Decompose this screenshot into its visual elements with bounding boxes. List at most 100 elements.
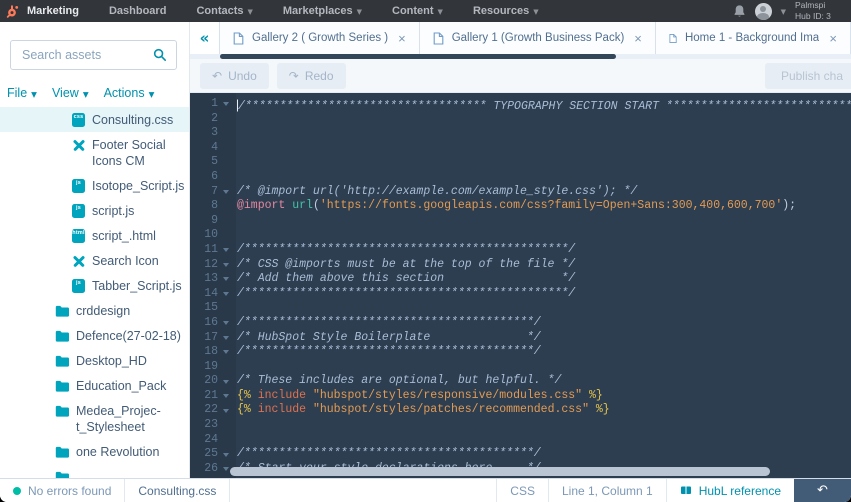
tab-scroll-left-button[interactable]: « [190,22,220,54]
open-file-name[interactable]: Consulting.css [125,479,231,502]
folder-item[interactable]: one Revolution [0,439,189,464]
editor-tab-3[interactable]: Home 1 - Background Image (Gro... × [655,22,851,54]
actions-menu[interactable]: Actions ▼ [104,86,155,100]
nav-item-marketplaces[interactable]: Marketplaces ▼ [283,5,362,17]
fold-toggle-icon[interactable] [218,389,233,404]
folder-item[interactable]: Desktop_HD [0,348,189,373]
code-line[interactable]: 15 [190,301,851,316]
editor-tab-2[interactable]: Gallery 1 (Growth Business Pack) × [419,22,656,54]
file-item[interactable]: Footer Social Icons CM [0,132,189,173]
code-line[interactable]: 9 [190,214,851,229]
chevron-down-icon: ▼ [356,8,362,16]
fold-toggle-icon[interactable] [218,403,233,418]
folder-item[interactable]: Education_Pack [0,373,189,398]
folder-icon [55,305,69,317]
file-item-label: script.js [92,203,135,218]
file-item[interactable]: Search Icon [0,248,189,273]
language-mode[interactable]: CSS [496,479,548,502]
folder-item-partial[interactable] [0,464,189,478]
code-line[interactable]: 10 [190,228,851,243]
code-line[interactable]: 24 [190,433,851,448]
code-line[interactable]: 12 /* CSS @imports must be at the top of … [190,258,851,273]
code-line[interactable]: 6 [190,170,851,185]
file-item[interactable]: css Consulting.css [0,107,189,132]
view-menu[interactable]: View ▼ [52,86,89,100]
fold-gutter [218,126,233,141]
editor-tab-1[interactable]: Gallery 2 ( Growth Series ) × [220,22,420,54]
nav-item-dashboard[interactable]: Dashboard [109,5,166,17]
code-line[interactable]: 25 /*************************************… [190,447,851,462]
user-avatar[interactable] [754,2,772,20]
fold-toggle-icon[interactable] [218,345,233,360]
code-line[interactable]: 8 @import url('https://fonts.googleapis.c… [190,199,851,214]
fold-toggle-icon[interactable] [218,374,233,389]
design-manager-window: Marketing Dashboard Contacts ▼ Marketplaces… [0,0,851,502]
nav-item-content[interactable]: Content ▼ [392,5,443,17]
search-assets-box[interactable] [10,40,177,70]
code-line[interactable]: 16 /*************************************… [190,316,851,331]
code-line[interactable]: 22 {% include "hubspot/styles/patches/rec… [190,403,851,418]
tab-close-icon[interactable]: × [634,31,642,46]
nav-item-resources[interactable]: Resources ▼ [473,5,539,17]
undo-arrow-icon: ↶ [817,483,828,498]
file-item[interactable]: js Isotope_Script.js [0,173,189,198]
code-line[interactable]: 17 /* HubSpot Style Boilerplate */ [190,331,851,346]
line-number: 12 [204,257,218,271]
file-item[interactable]: js script.js [0,198,189,223]
search-icon[interactable] [153,48,167,62]
file-item[interactable]: html script_.html [0,223,189,248]
code-line[interactable]: 4 [190,141,851,156]
file-menu[interactable]: File ▼ [7,86,37,100]
hubl-reference-link[interactable]: HubL reference [665,479,794,502]
publish-changes-button[interactable]: Publish cha [764,62,851,89]
code-line[interactable]: 19 [190,360,851,375]
tab-close-icon[interactable]: × [398,31,406,46]
code-line[interactable]: 3 [190,126,851,141]
account-chevron-down-icon[interactable]: ▼ [781,8,786,16]
statusbar-undo-button[interactable]: ↶ [794,479,851,502]
fold-toggle-icon[interactable] [218,316,233,331]
code-line[interactable]: 2 [190,112,851,127]
account-info[interactable]: Palmspi Hub ID: 3 [795,0,851,21]
editor-horizontal-scrollbar[interactable] [230,467,770,476]
code-line[interactable]: 7 /* @import url('http://example.com/exam… [190,185,851,200]
code-line[interactable]: 13 /* Add them above this section */ [190,272,851,287]
fold-toggle-icon[interactable] [218,287,233,302]
line-number: 14 [204,286,218,300]
tab-close-icon[interactable]: × [829,31,837,46]
fold-toggle-icon[interactable] [218,447,233,462]
folder-item[interactable]: crddesign [0,298,189,323]
code-line[interactable]: 23 [190,418,851,433]
fold-toggle-icon[interactable] [218,243,233,258]
code-line[interactable]: 5 [190,155,851,170]
undo-button[interactable]: ↶ Undo [200,62,269,89]
code-line[interactable]: 1 /*********************************** TY… [190,97,851,113]
search-input[interactable] [20,47,153,63]
file-item[interactable]: js Tabber_Script.js [0,273,189,298]
line-number: 1 [211,97,218,110]
code-line[interactable]: 14 /*************************************… [190,287,851,302]
code-line[interactable]: 18 /*************************************… [190,345,851,360]
code-editor[interactable]: 1 /*********************************** TY… [190,93,851,478]
fold-toggle-icon[interactable] [218,258,233,273]
line-number: 9 [211,213,218,227]
line-number: 22 [204,403,218,417]
fold-toggle-icon[interactable] [218,272,233,287]
nav-item-contacts[interactable]: Contacts ▼ [196,5,252,17]
nav-brand[interactable]: Marketing [27,5,79,17]
folder-item[interactable]: Defence(27-02-18) [0,323,189,348]
code-line[interactable]: 21 {% include "hubspot/styles/responsive/… [190,389,851,404]
chevron-down-icon: ▼ [148,89,155,99]
fold-toggle-icon[interactable] [218,97,233,112]
chevron-down-icon: ▼ [437,8,443,16]
hubspot-sprocket-icon[interactable] [5,4,20,19]
notifications-bell-icon[interactable] [733,4,746,18]
fold-toggle-icon[interactable] [218,185,233,200]
status-bar: No errors found Consulting.css CSS Line … [0,478,851,502]
code-line[interactable]: 20 /* These includes are optional, but he… [190,374,851,389]
folder-item[interactable]: Medea_Projec- t_Stylesheet [0,398,189,439]
code-line[interactable]: 11 /*************************************… [190,243,851,258]
fold-toggle-icon[interactable] [218,331,233,346]
folder-icon [55,405,69,417]
redo-button[interactable]: ↷ Redo [276,62,346,89]
